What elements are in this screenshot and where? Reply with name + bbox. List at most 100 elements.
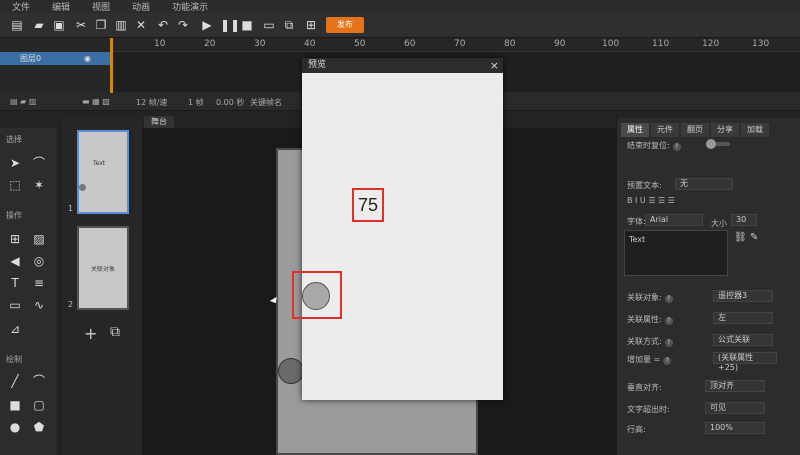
audio-icon[interactable]: ◀ bbox=[8, 254, 22, 268]
publish-button[interactable]: 发布 bbox=[326, 17, 364, 33]
font-select[interactable]: Arial bbox=[645, 214, 703, 226]
overflow-label: 文字超出时: bbox=[627, 405, 670, 414]
line-icon[interactable]: ╱ bbox=[8, 374, 22, 388]
circle-icon[interactable]: ● bbox=[8, 420, 22, 434]
ruler-tick: 90 bbox=[554, 39, 566, 49]
wave-icon[interactable]: ∿ bbox=[32, 298, 46, 312]
link-prop-select[interactable]: 左 bbox=[713, 312, 773, 324]
link-mode-label: 关联方式:? bbox=[627, 336, 673, 347]
image-icon[interactable]: ▨ bbox=[32, 232, 46, 246]
video-icon[interactable]: ◎ bbox=[32, 254, 46, 268]
paste-icon[interactable]: ▥ bbox=[114, 18, 128, 32]
tab-load[interactable]: 加载 bbox=[741, 123, 769, 137]
tab-share[interactable]: 分享 bbox=[711, 123, 739, 137]
insert-page-icon[interactable]: ⧉ bbox=[110, 324, 120, 340]
fps-label: 12 帧/速 bbox=[136, 98, 168, 107]
text-content-area[interactable]: Text bbox=[624, 230, 728, 276]
valign-label: 垂直对齐: bbox=[627, 383, 662, 392]
link-mode-select[interactable]: 公式关联 bbox=[713, 334, 773, 346]
add-page-icon[interactable]: + bbox=[84, 324, 97, 343]
copy-icon[interactable]: ❐ bbox=[94, 18, 108, 32]
tab-pageflip[interactable]: 翻页 bbox=[681, 123, 709, 137]
open-folder-icon[interactable]: ▰ bbox=[32, 18, 46, 32]
frame-icon[interactable]: ▭ bbox=[8, 298, 22, 312]
page-thumbnail-2[interactable]: 关联对象 bbox=[77, 226, 129, 310]
preview-screen-icon[interactable]: ▭ bbox=[262, 18, 276, 32]
app-window: 文件 编辑 视图 动画 功能演示 ▤ ▰ ▣ ✂ ❐ ▥ ✕ ↶ ↷ ▶ ❚❚ … bbox=[0, 0, 800, 455]
lineheight-select[interactable]: 100% bbox=[705, 422, 765, 434]
link-object-label: 关联对象:? bbox=[627, 292, 673, 303]
undo-icon[interactable]: ↶ bbox=[156, 18, 170, 32]
valign-select[interactable]: 顶对齐 bbox=[705, 380, 765, 392]
paragraph-icon[interactable]: ≡ bbox=[32, 276, 46, 290]
pentagon-icon[interactable]: ⬟ bbox=[32, 420, 46, 434]
page-number: 2 bbox=[68, 300, 74, 309]
ruler-tick: 130 bbox=[752, 39, 770, 49]
page-thumbnail-1[interactable]: Text bbox=[77, 130, 129, 214]
overflow-select[interactable]: 可见 bbox=[705, 402, 765, 414]
reset-label: 结束时复位:? bbox=[627, 140, 681, 151]
menu-view[interactable]: 视图 bbox=[92, 0, 110, 13]
preview-ball[interactable] bbox=[302, 282, 330, 310]
link-object-select[interactable]: 遥控器3 bbox=[713, 290, 773, 302]
delete-icon[interactable]: ✕ bbox=[134, 18, 148, 32]
tab-properties[interactable]: 属性 bbox=[621, 123, 649, 137]
help-icon[interactable]: ? bbox=[672, 143, 681, 151]
ruler-tick: 120 bbox=[702, 39, 720, 49]
close-icon[interactable]: × bbox=[490, 58, 499, 73]
thumb-text: Text bbox=[93, 160, 106, 167]
preset-text-select[interactable]: 无 bbox=[675, 178, 733, 190]
play-icon[interactable]: ▶ bbox=[200, 18, 214, 32]
curve-icon[interactable]: ⌒ bbox=[32, 374, 46, 388]
visibility-icon[interactable]: ◉ bbox=[84, 52, 91, 65]
page-thumbnails: Text 1 关联对象 2 + ⧉ bbox=[62, 118, 142, 455]
menu-demo[interactable]: 功能演示 bbox=[172, 0, 208, 13]
cut-icon[interactable]: ✂ bbox=[74, 18, 88, 32]
frame-tools-icon[interactable]: ▬ ▦ ▧ bbox=[82, 97, 110, 106]
tab-components[interactable]: 元件 bbox=[651, 123, 679, 137]
pointer-icon[interactable]: ➤ bbox=[8, 156, 22, 170]
grid-icon[interactable]: ⊞ bbox=[8, 232, 22, 246]
toolbar: ▤ ▰ ▣ ✂ ❐ ▥ ✕ ↶ ↷ ▶ ❚❚ ■ ▭ ⧉ ⊞ 发布 bbox=[0, 13, 800, 38]
menu-bar: 文件 编辑 视图 动画 功能演示 bbox=[0, 0, 800, 13]
offset-input[interactable]: (关联属性+25) bbox=[713, 352, 777, 372]
settings-icon[interactable]: ⊞ bbox=[304, 18, 318, 32]
link-icon[interactable]: ⛓ bbox=[734, 232, 747, 243]
preview-number-text: 75 bbox=[352, 188, 384, 222]
reset-toggle[interactable] bbox=[706, 139, 730, 149]
timeline-ruler[interactable]: 10 20 30 40 50 60 70 80 90 100 110 120 1… bbox=[110, 38, 800, 52]
new-file-icon[interactable]: ▤ bbox=[10, 18, 24, 32]
save-icon[interactable]: ▣ bbox=[52, 18, 66, 32]
playhead[interactable] bbox=[110, 38, 113, 93]
size-input[interactable]: 30 bbox=[731, 214, 757, 226]
pause-icon[interactable]: ❚❚ bbox=[220, 18, 240, 32]
text-icon[interactable]: T bbox=[8, 276, 22, 290]
layer-row[interactable]: 图层0 ◉ bbox=[0, 52, 110, 65]
preview-title: 预览 bbox=[308, 60, 327, 70]
redo-icon[interactable]: ↷ bbox=[176, 18, 190, 32]
size-label: 大小 bbox=[711, 219, 727, 228]
ruler-tick: 50 bbox=[354, 39, 366, 49]
text-format-buttons[interactable]: B I U ☰ ☰ ☰ bbox=[627, 196, 675, 205]
marquee-icon[interactable]: ⬚ bbox=[8, 178, 22, 192]
rectangle-icon[interactable]: ■ bbox=[8, 398, 22, 412]
font-label: 字体: bbox=[627, 217, 646, 226]
ruler-tick: 110 bbox=[652, 39, 670, 49]
edit-pencil-icon[interactable]: ✎ bbox=[750, 232, 758, 243]
menu-animation[interactable]: 动画 bbox=[132, 0, 150, 13]
link-prop-label: 关联属性:? bbox=[627, 314, 673, 325]
ruler-tick: 20 bbox=[204, 39, 216, 49]
stage-tab[interactable]: 舞台 bbox=[144, 116, 174, 128]
transform-icon[interactable]: ✶ bbox=[32, 178, 46, 192]
stage-ball[interactable] bbox=[278, 358, 304, 384]
rounded-rect-icon[interactable]: ▢ bbox=[32, 398, 46, 412]
menu-file[interactable]: 文件 bbox=[12, 0, 30, 13]
lasso-icon[interactable]: ⌒ bbox=[32, 156, 46, 170]
chart-icon[interactable]: ⊿ bbox=[8, 322, 22, 336]
menu-edit[interactable]: 编辑 bbox=[52, 0, 70, 13]
export-icon[interactable]: ⧉ bbox=[282, 18, 296, 32]
add-layer-icon[interactable]: ▤ ▰ ▥ bbox=[10, 97, 36, 106]
layer-name: 图层0 bbox=[20, 54, 42, 63]
stop-icon[interactable]: ■ bbox=[240, 18, 254, 32]
select-group-title: 选择 bbox=[6, 135, 22, 144]
